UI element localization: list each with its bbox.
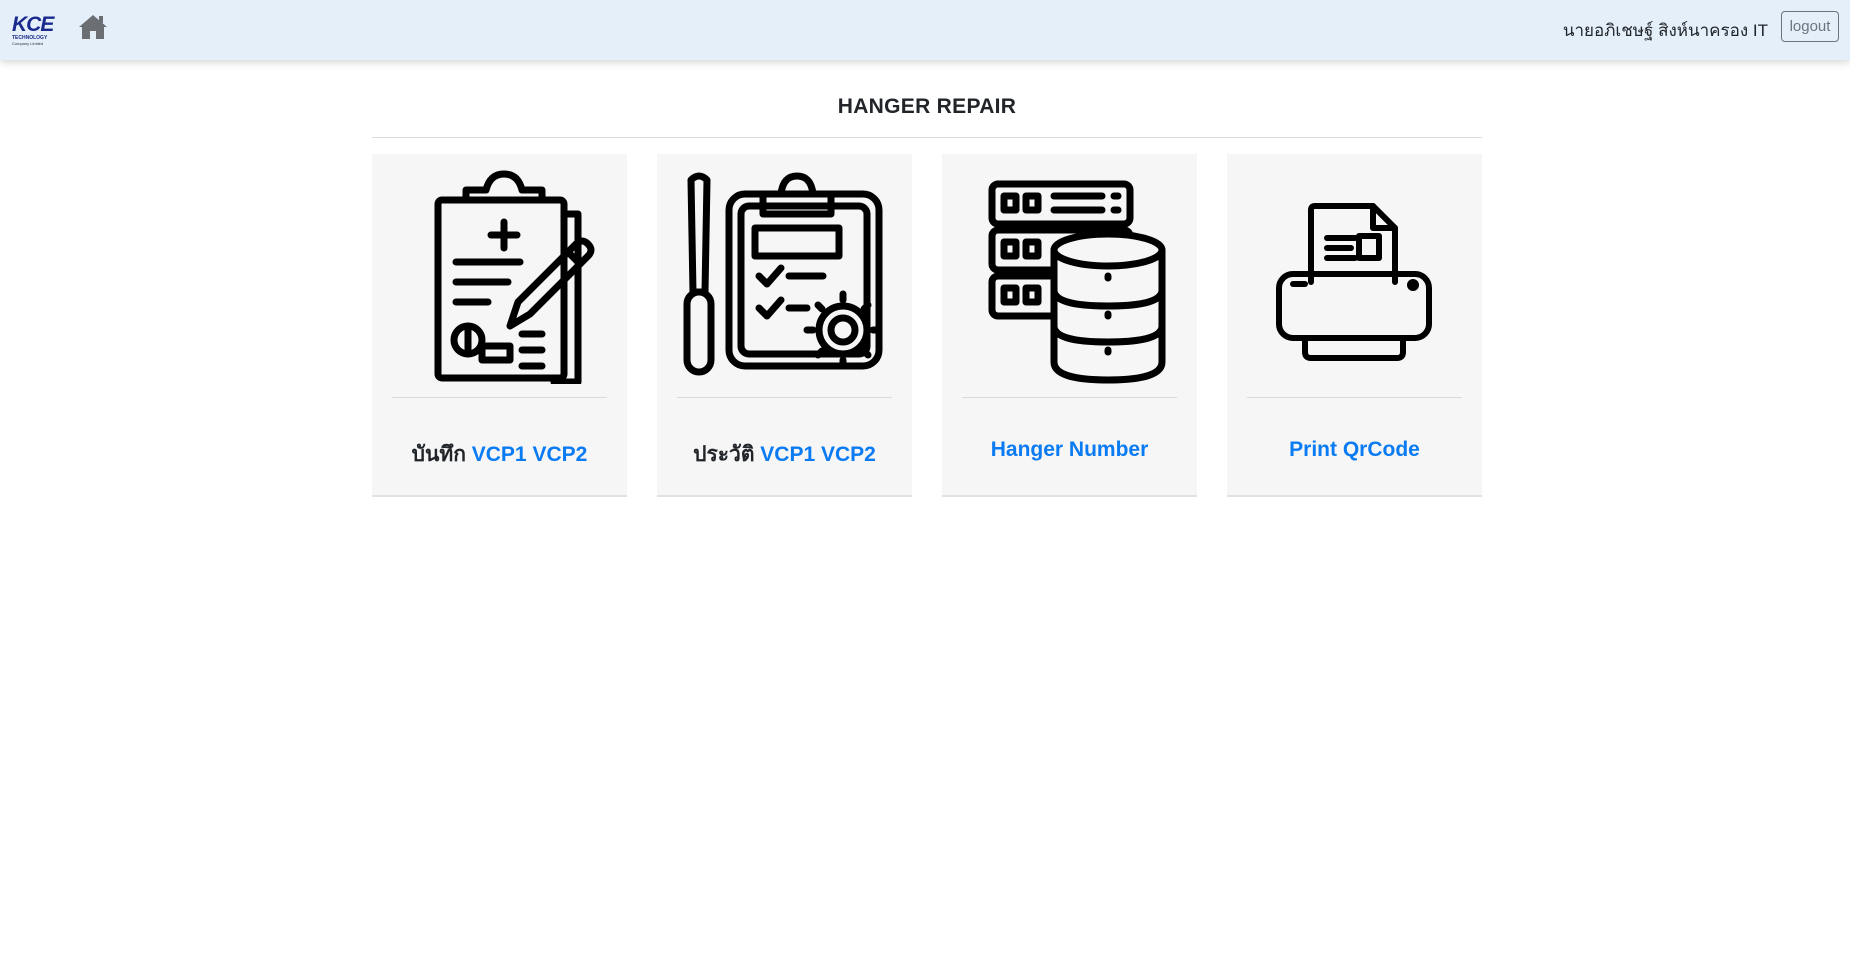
card-caption[interactable]: Hanger Number bbox=[942, 438, 1197, 462]
logout-button[interactable]: logout bbox=[1781, 11, 1839, 42]
caption-link[interactable]: Hanger Number bbox=[991, 438, 1149, 461]
card-caption[interactable]: Print QrCode bbox=[1227, 438, 1482, 462]
kce-logo[interactable]: KCE TECHNOLOGY Company Limited bbox=[12, 13, 56, 46]
caption-link[interactable]: Print QrCode bbox=[1289, 438, 1420, 461]
server-database-icon bbox=[988, 180, 1166, 384]
card-divider bbox=[1247, 397, 1462, 398]
card-print-qrcode[interactable]: Print QrCode bbox=[1227, 154, 1482, 497]
caption-link[interactable]: VCP1 VCP2 bbox=[760, 443, 876, 466]
navbar: KCE TECHNOLOGY Company Limited นายอภิเชษ… bbox=[0, 0, 1850, 60]
printer-icon bbox=[1276, 203, 1432, 361]
logo-company: Company Limited bbox=[12, 41, 44, 46]
card-history-vcp[interactable]: ประวัติ VCP1 VCP2 bbox=[657, 154, 912, 497]
logo-text: KCE bbox=[12, 13, 54, 36]
caption-link[interactable]: VCP1 VCP2 bbox=[472, 443, 588, 466]
caption-prefix: บันทึก bbox=[411, 443, 472, 466]
user-name: นายอภิเชษฐ์ สิงห์นาครอง IT bbox=[1562, 21, 1768, 40]
card-divider bbox=[962, 397, 1177, 398]
home-icon[interactable] bbox=[78, 13, 108, 41]
card-divider bbox=[677, 397, 892, 398]
clipboard-edit-icon bbox=[434, 170, 595, 384]
page-title: HANGER REPAIR bbox=[837, 95, 1017, 118]
card-divider bbox=[392, 397, 607, 398]
card-caption[interactable]: ประวัติ VCP1 VCP2 bbox=[657, 438, 912, 471]
card-hanger-number[interactable]: Hanger Number bbox=[942, 154, 1197, 497]
caption-prefix: ประวัติ bbox=[693, 443, 761, 466]
clipboard-tools-icon bbox=[683, 172, 883, 376]
card-record-vcp[interactable]: บันทึก VCP1 VCP2 bbox=[372, 154, 627, 497]
title-divider bbox=[372, 137, 1482, 138]
card-caption[interactable]: บันทึก VCP1 VCP2 bbox=[372, 438, 627, 471]
